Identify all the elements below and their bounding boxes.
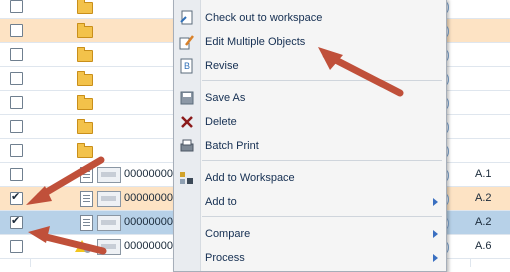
menu-item-label: Compare xyxy=(205,228,251,240)
folder-icon xyxy=(77,47,93,62)
row-checkbox[interactable] xyxy=(10,120,23,133)
menu-item-label: Batch Print xyxy=(205,140,259,152)
revision-label: A.2 xyxy=(475,192,492,204)
menu-item-delete[interactable]: Delete xyxy=(174,111,446,133)
row-checkbox[interactable] xyxy=(10,190,23,205)
menu-item-batch-print[interactable]: Batch Print xyxy=(174,135,446,157)
menu-separator xyxy=(202,80,442,81)
object-number[interactable]: 000000004 xyxy=(124,216,179,228)
save-as-icon xyxy=(179,90,195,106)
row-checkbox[interactable] xyxy=(10,168,23,181)
menu-item-compare[interactable]: Compare xyxy=(174,223,446,245)
document-icon xyxy=(80,215,93,231)
revision-label: A.2 xyxy=(475,216,492,228)
object-number[interactable]: 000000004 xyxy=(124,240,179,252)
delete-icon xyxy=(179,114,195,130)
row-checkbox[interactable] xyxy=(10,240,23,253)
thumbnail-icon[interactable] xyxy=(97,191,121,207)
svg-text:B: B xyxy=(184,61,190,71)
menu-item-save-as[interactable]: Save As xyxy=(174,87,446,109)
menu-item-label: Process xyxy=(205,252,245,264)
row-checkbox[interactable] xyxy=(10,24,23,37)
row-checkbox[interactable] xyxy=(10,144,23,157)
menu-separator xyxy=(202,160,442,161)
menu-item-add-to[interactable]: Add to xyxy=(174,191,446,213)
menu-separator xyxy=(202,216,442,217)
folder-icon xyxy=(77,0,93,14)
menu-item-add-to-workspace[interactable]: Add to Workspace xyxy=(174,167,446,189)
menu-item-label: Revise xyxy=(205,60,239,72)
folder-icon xyxy=(77,95,93,110)
add-to-workspace-icon xyxy=(179,170,195,186)
batch-print-icon xyxy=(179,138,195,154)
menu-item-process[interactable]: Process xyxy=(174,247,446,269)
checkout-icon xyxy=(179,10,195,26)
row-checkbox[interactable] xyxy=(10,96,23,109)
folder-icon xyxy=(77,71,93,86)
revision-label: A.1 xyxy=(475,168,492,180)
row-checkbox[interactable] xyxy=(10,0,23,13)
thumbnail-icon[interactable] xyxy=(97,167,121,183)
status-dot-icon xyxy=(84,246,91,253)
document-icon xyxy=(80,191,93,207)
object-number[interactable]: 000000004 xyxy=(124,168,179,180)
context-menu: Check out to workspace Edit Multiple Obje… xyxy=(173,0,447,272)
row-checkbox[interactable] xyxy=(10,48,23,61)
menu-item-label: Edit Multiple Objects xyxy=(205,36,306,48)
thumbnail-icon[interactable] xyxy=(97,239,121,255)
folder-icon xyxy=(77,143,93,158)
thumbnail-icon[interactable] xyxy=(97,215,121,231)
menu-item-check-out-to-workspace[interactable]: Check out to workspace xyxy=(174,7,446,29)
menu-item-label: Save As xyxy=(205,92,246,104)
folder-icon xyxy=(77,119,93,134)
row-checkbox[interactable] xyxy=(10,72,23,85)
menu-item-label: Add to xyxy=(205,196,237,208)
object-number[interactable]: 000000004 xyxy=(124,192,179,204)
document-icon xyxy=(80,167,93,183)
revise-icon: B xyxy=(179,58,195,74)
submenu-arrow-icon xyxy=(433,230,438,238)
revision-label: A.6 xyxy=(475,240,492,252)
submenu-arrow-icon xyxy=(433,198,438,206)
submenu-arrow-icon xyxy=(433,254,438,262)
folder-icon xyxy=(77,23,93,38)
row-checkbox[interactable] xyxy=(10,214,23,229)
edit-multiple-icon xyxy=(179,34,195,50)
menu-item-edit-multiple-objects[interactable]: Edit Multiple Objects xyxy=(174,31,446,53)
menu-item-label: Delete xyxy=(205,116,237,128)
menu-item-label: Add to Workspace xyxy=(205,172,295,184)
menu-item-label: Check out to workspace xyxy=(205,12,323,24)
menu-item-revise[interactable]: B Revise xyxy=(174,55,446,77)
